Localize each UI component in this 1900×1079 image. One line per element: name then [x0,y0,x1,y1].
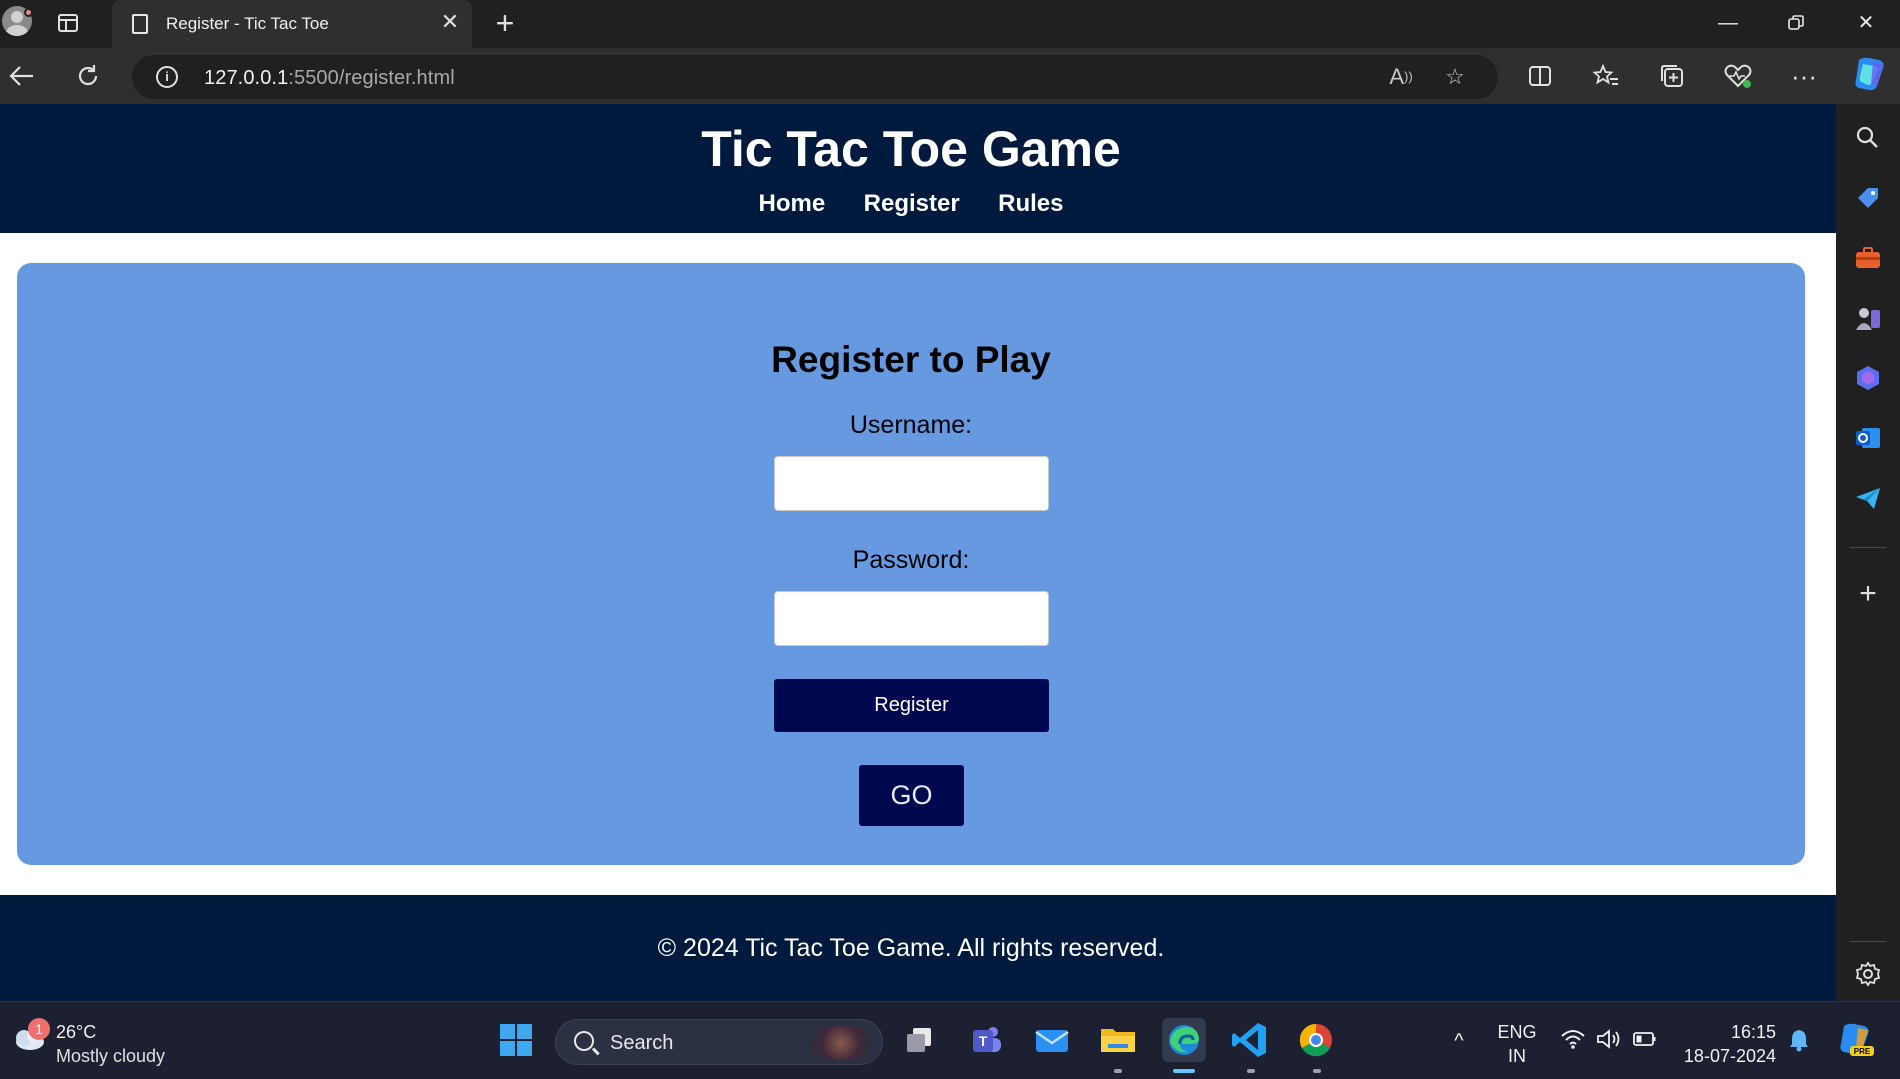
tab-title: Register - Tic Tac Toe [166,14,329,33]
split-screen-icon[interactable] [1522,58,1558,94]
sidebar-add-icon[interactable]: + [1852,578,1884,610]
read-aloud-icon[interactable]: A)) [1386,62,1416,92]
nav-link-rules[interactable]: Rules [998,190,1063,218]
sidebar-copilot-icon[interactable] [1852,362,1884,394]
clock-date[interactable]: 18-07-2024 [1676,1046,1776,1067]
search-icon [574,1031,594,1051]
tab-actions-icon[interactable] [58,14,78,32]
vscode-icon[interactable] [1228,1018,1272,1062]
restore-icon[interactable] [1776,8,1816,38]
sidebar-games-icon[interactable] [1852,302,1884,334]
site-nav: Home Register Rules [0,190,1822,218]
volume-icon[interactable] [1596,1028,1622,1054]
username-input[interactable] [774,456,1049,511]
refresh-icon[interactable] [70,58,106,94]
explorer-running-indicator [1114,1069,1122,1073]
browser-toolbar: i 127.0.0.1:5500/register.html A)) ☆ ··· [0,48,1900,104]
edge-sidebar: + [1836,104,1900,1001]
svg-text:T: T [979,1033,988,1049]
svg-text:PRE: PRE [1854,1047,1871,1056]
collections-icon[interactable] [1654,58,1690,94]
chrome-icon[interactable] [1294,1018,1338,1062]
file-explorer-icon[interactable] [1096,1018,1140,1062]
task-view-icon[interactable] [898,1018,942,1062]
notification-bell-icon[interactable] [1786,1028,1812,1054]
site-info-icon[interactable]: i [156,66,178,88]
windows-taskbar: 1 26°C Mostly cloudy Search T ^ ENG IN 1… [0,1001,1900,1079]
search-highlight-image [808,1026,874,1060]
browser-essentials-icon[interactable] [1720,58,1756,94]
site-header: Tic Tac Toe Game Home Register Rules [0,104,1836,233]
back-icon[interactable] [4,58,40,94]
sidebar-outlook-icon[interactable] [1852,422,1884,454]
sidebar-divider-bottom [1850,941,1886,942]
sidebar-divider [1850,547,1886,548]
copilot-icon[interactable] [1850,56,1890,96]
weather-condition[interactable]: Mostly cloudy [56,1046,165,1067]
nav-link-home[interactable]: Home [759,190,826,218]
url-path: :5500/register.html [288,67,455,89]
language-code[interactable]: ENG [1494,1022,1540,1043]
browser-title-bar: Register - Tic Tac Toe ✕ + — ✕ [0,0,1900,48]
register-title: Register to Play [771,339,1051,380]
password-input[interactable] [774,591,1049,646]
taskbar-search[interactable]: Search [555,1019,883,1065]
address-bar[interactable]: i 127.0.0.1:5500/register.html A)) ☆ [132,55,1498,99]
username-label: Username: [849,411,973,439]
new-tab-icon[interactable]: + [490,7,520,39]
copilot-pre-icon[interactable]: PRE [1836,1020,1876,1060]
chrome-running-indicator [1313,1069,1321,1073]
browser-tab[interactable]: Register - Tic Tac Toe ✕ [112,0,472,48]
mail-icon[interactable] [1030,1018,1074,1062]
sidebar-search-icon[interactable] [1852,122,1884,154]
weather-badge: 1 [28,1018,50,1040]
battery-icon[interactable] [1632,1028,1658,1054]
sidebar-shopping-icon[interactable] [1852,182,1884,214]
sidebar-send-icon[interactable] [1852,482,1884,514]
edge-active-indicator [1173,1069,1195,1073]
show-hidden-icons-chevron-icon[interactable]: ^ [1446,1028,1472,1054]
close-window-icon[interactable]: ✕ [1846,8,1886,38]
windows-start-icon[interactable] [494,1018,538,1062]
more-menu-icon[interactable]: ··· [1786,58,1822,94]
clock-time[interactable]: 16:15 [1676,1022,1776,1043]
weather-temperature[interactable]: 26°C [56,1022,96,1043]
close-tab-icon[interactable]: ✕ [438,10,462,34]
nav-link-register[interactable]: Register [864,190,960,218]
sidebar-tools-icon[interactable] [1852,242,1884,274]
language-region[interactable]: IN [1494,1046,1540,1067]
wifi-icon[interactable] [1560,1028,1586,1054]
page-icon [132,14,148,34]
site-title: Tic Tac Toe Game [701,121,1121,177]
url-host: 127.0.0.1 [204,67,289,89]
page-viewport: Tic Tac Toe Game Home Register Rules Reg… [0,104,1836,1001]
sidebar-settings-icon[interactable] [1852,958,1884,990]
vscode-running-indicator [1247,1069,1255,1073]
favorites-icon[interactable] [1588,58,1624,94]
footer-copyright: © 2024 Tic Tac Toe Game. All rights rese… [657,934,1165,962]
favorite-star-icon[interactable]: ☆ [1440,62,1470,92]
password-label: Password: [852,546,970,574]
profile-notification-dot [24,8,33,17]
url-text[interactable]: 127.0.0.1:5500/register.html [204,67,455,90]
edge-browser-icon[interactable] [1162,1018,1206,1062]
minimize-icon[interactable]: — [1708,8,1748,38]
register-button[interactable]: Register [774,679,1049,732]
register-card: Register to Play Username: Password: Reg… [17,263,1805,865]
go-button[interactable]: GO [859,765,964,826]
search-label: Search [610,1032,674,1054]
site-footer: © 2024 Tic Tac Toe Game. All rights rese… [0,895,1836,1001]
teams-icon[interactable]: T [963,1018,1007,1062]
